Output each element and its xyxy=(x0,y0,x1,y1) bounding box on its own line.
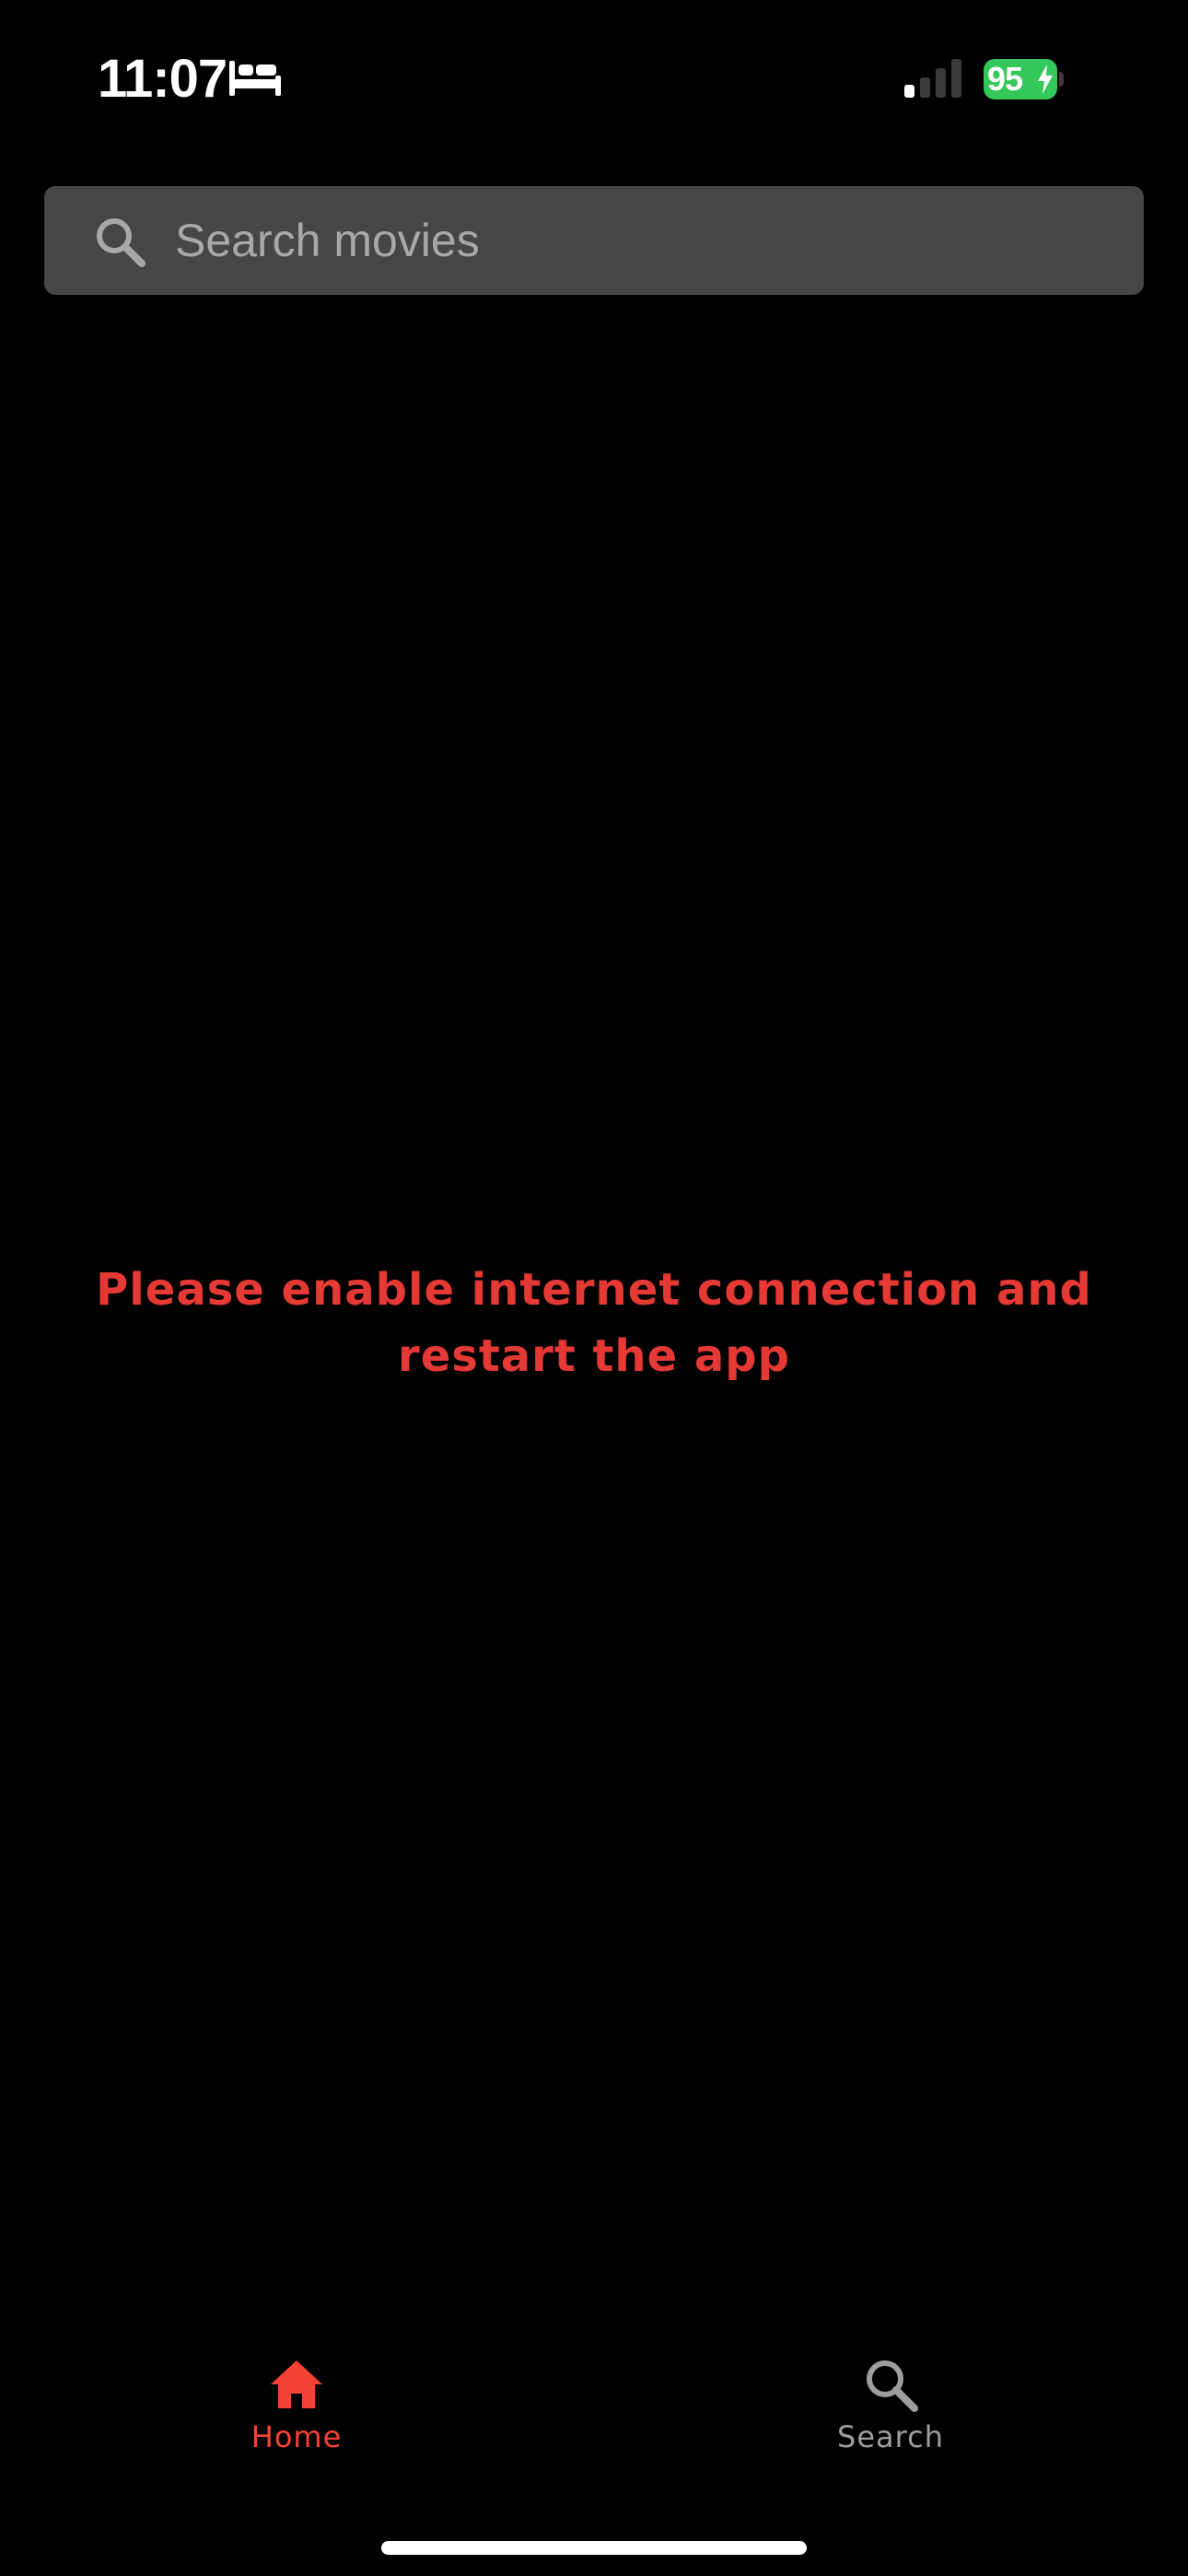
search-input[interactable] xyxy=(175,186,1114,295)
charging-bolt-icon xyxy=(1038,64,1053,94)
search-icon xyxy=(97,218,146,267)
tab-home-label: Home xyxy=(250,2419,343,2454)
home-icon xyxy=(271,2360,322,2408)
tab-home[interactable]: Home xyxy=(158,2331,435,2469)
status-time: 11:07 xyxy=(98,49,227,109)
tab-search[interactable]: Search xyxy=(752,2331,1029,2469)
search-icon xyxy=(867,2360,918,2412)
battery-level: 95 xyxy=(987,60,1023,98)
home-indicator[interactable] xyxy=(381,2541,807,2555)
tab-search-label: Search xyxy=(837,2419,944,2454)
battery-body: 95 xyxy=(984,59,1057,100)
cellular-signal-icon xyxy=(904,59,961,98)
search-bar[interactable] xyxy=(44,186,1144,295)
status-bar: 11:07 95 xyxy=(0,0,1188,161)
connection-error-message: Please enable internet connection and re… xyxy=(96,1264,1092,1382)
battery-cap xyxy=(1059,72,1064,87)
battery-indicator: 95 xyxy=(984,59,1064,100)
tab-bar: Home Search xyxy=(0,2331,1188,2469)
bed-icon xyxy=(229,61,281,96)
